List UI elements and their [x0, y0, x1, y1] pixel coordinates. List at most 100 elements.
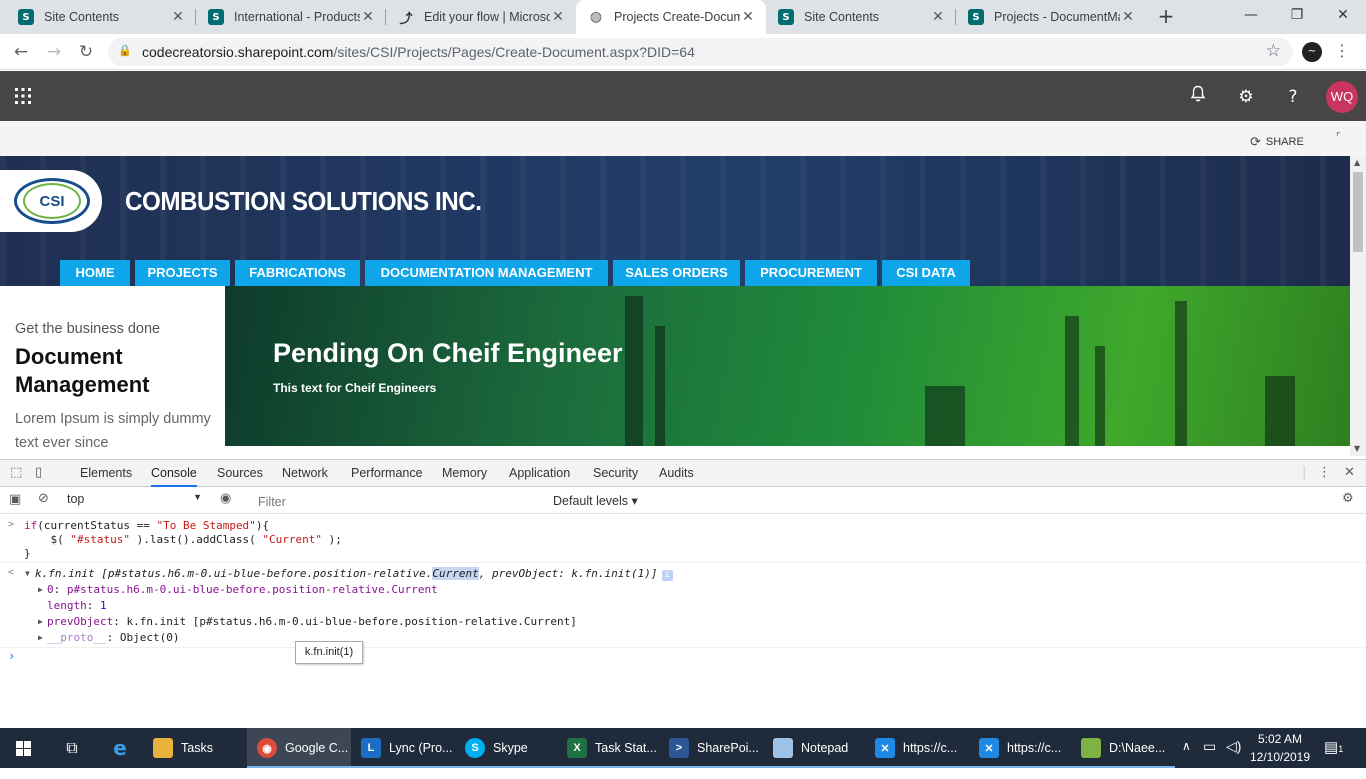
close-icon[interactable]: ✕ [740, 9, 756, 25]
tab-elements[interactable]: Elements [80, 460, 132, 487]
back-button[interactable]: ← [9, 40, 33, 64]
taskbar-item-lync[interactable]: L Lync (Pro... [351, 728, 455, 768]
context-selector[interactable]: top ▼ [67, 492, 207, 510]
tab-application[interactable]: Application [509, 460, 570, 487]
sidebar-toggle-icon[interactable]: ▣ [9, 492, 21, 507]
help-icon[interactable]: ? [1281, 85, 1305, 109]
inspect-element-icon[interactable]: ⬚ [10, 465, 22, 480]
scroll-up-icon[interactable]: ▲ [1354, 158, 1360, 167]
close-icon[interactable]: ✕ [930, 9, 946, 25]
app-launcher-icon[interactable] [14, 87, 32, 105]
result-property-row[interactable]: prevObject: k.fn.init [p#status.h6.m-0.u… [47, 615, 577, 628]
extension-icon[interactable]: ~ [1302, 42, 1322, 62]
device-toolbar-icon[interactable]: ▯ [35, 465, 42, 480]
volume-icon[interactable]: ◁) [1226, 738, 1241, 778]
close-icon[interactable]: ✕ [360, 9, 376, 25]
tray-chevron-icon[interactable]: ∧ [1182, 739, 1191, 779]
info-icon[interactable]: i [661, 570, 673, 581]
address-bar[interactable]: 🔒 codecreatorsio.sharepoint.com/sites/CS… [108, 38, 1293, 66]
task-view-icon[interactable]: ⧉ [62, 738, 82, 758]
avatar[interactable]: WQ [1326, 81, 1358, 113]
console-prompt[interactable]: › [8, 649, 15, 663]
taskbar-item-sharepoint-shell[interactable]: > SharePoi... [659, 728, 763, 768]
windows-start-icon[interactable] [0, 728, 48, 768]
expand-triangle-icon[interactable]: ▼ [25, 569, 30, 578]
taskbar-item-notepadpp[interactable]: D:\Naee... [1071, 728, 1175, 768]
expand-triangle-icon[interactable]: ▶ [38, 633, 43, 642]
result-property-row[interactable]: __proto__: Object(0) [47, 631, 179, 644]
result-property-row[interactable]: 0: p#status.h6.m-0.ui-blue-before.positi… [47, 583, 438, 596]
console-input-line[interactable]: $( "#status" ).last().addClass( "Current… [24, 533, 341, 546]
flow-icon: ⤴ [399, 11, 413, 27]
taskbar-item-notepad[interactable]: Notepad [763, 728, 865, 768]
powershell-icon: > [669, 738, 689, 758]
command-strip [0, 121, 1366, 156]
console-divider [0, 562, 1366, 563]
nav-projects[interactable]: PROJECTS [135, 260, 230, 286]
expand-triangle-icon[interactable]: ▶ [38, 585, 43, 594]
taskbar-item-skype[interactable]: S Skype [455, 728, 557, 768]
tab-network[interactable]: Network [282, 460, 328, 487]
network-icon[interactable]: ▭ [1203, 738, 1216, 778]
nav-csi-data[interactable]: CSI DATA [882, 260, 970, 286]
edge-icon[interactable]: e [110, 738, 130, 758]
maximize-button[interactable]: ❐ [1274, 0, 1320, 30]
close-icon[interactable]: ✕ [550, 9, 566, 25]
reload-button[interactable]: ↻ [74, 40, 98, 64]
settings-gear-icon[interactable]: ⚙ [1342, 491, 1354, 506]
tab-security[interactable]: Security [593, 460, 638, 487]
eye-icon[interactable]: ◉ [220, 491, 231, 506]
bookmark-star-icon[interactable]: ☆ [1266, 41, 1281, 61]
console-result-line[interactable]: k.fn.init [p#status.h6.m-0.ui-blue-befor… [35, 567, 673, 581]
taskbar-item-chrome[interactable]: ◉ Google C... [247, 728, 351, 768]
nav-documentation-management[interactable]: DOCUMENTATION MANAGEMENT [365, 260, 608, 286]
tab-memory[interactable]: Memory [442, 460, 487, 487]
taskbar-item-https-1[interactable]: ✕ https://c... [865, 728, 969, 768]
nav-procurement[interactable]: PROCUREMENT [745, 260, 877, 286]
forward-button[interactable]: → [42, 40, 66, 64]
system-clock[interactable]: 5:02 AM 12/10/2019 [1247, 730, 1313, 766]
browser-tab[interactable]: ⤴ Edit your flow | Microsoft ✕ [386, 0, 576, 34]
nav-home[interactable]: HOME [60, 260, 130, 286]
expand-triangle-icon[interactable]: ▶ [38, 617, 43, 626]
scroll-down-icon[interactable]: ▼ [1354, 444, 1360, 453]
devtools-close-icon[interactable]: ✕ [1344, 465, 1355, 480]
minimize-button[interactable]: — [1228, 0, 1274, 30]
levels-dropdown[interactable]: Default levels ▾ [553, 493, 638, 508]
window-close-button[interactable]: ✕ [1320, 0, 1366, 30]
close-icon[interactable]: ✕ [1120, 9, 1136, 25]
nav-fabrications[interactable]: FABRICATIONS [235, 260, 360, 286]
tab-audits[interactable]: Audits [659, 460, 694, 487]
browser-tab[interactable]: S Site Contents ✕ [766, 0, 956, 34]
tab-title: Site Contents [44, 10, 120, 24]
console-input-line[interactable]: } [24, 547, 31, 560]
close-icon[interactable]: ✕ [170, 9, 186, 25]
tab-sources[interactable]: Sources [217, 460, 263, 487]
scroll-thumb[interactable] [1353, 172, 1363, 252]
tab-console[interactable]: Console [151, 460, 197, 487]
taskbar-label: Lync (Pro... [389, 741, 453, 755]
new-tab-button[interactable]: + [1155, 5, 1177, 27]
nav-sales-orders[interactable]: SALES ORDERS [613, 260, 740, 286]
focus-mode-icon[interactable]: ⌜ [1336, 132, 1341, 143]
taskbar-item-https-2[interactable]: ✕ https://c... [969, 728, 1071, 768]
taskbar-label: Tasks [181, 741, 213, 755]
browser-tab[interactable]: S Site Contents ✕ [6, 0, 196, 34]
csi-logo[interactable]: CSI [14, 178, 90, 224]
browser-tab-active[interactable]: ◍ Projects Create-Document ✕ [576, 0, 766, 34]
gear-icon[interactable]: ⚙ [1234, 85, 1258, 109]
clear-console-icon[interactable]: ⊘ [38, 491, 49, 506]
devtools-menu-icon[interactable]: ⋮ [1318, 465, 1331, 480]
filter-input[interactable]: Filter [250, 491, 545, 511]
share-button[interactable]: ⟳ SHARE [1250, 134, 1304, 150]
page-scrollbar[interactable]: ▲ ▼ [1350, 156, 1366, 456]
browser-tab[interactable]: S International - Products ✕ [196, 0, 386, 34]
notification-center-icon[interactable]: ▤1 [1324, 738, 1343, 778]
taskbar-item-excel[interactable]: X Task Stat... [557, 728, 659, 768]
bell-icon[interactable] [1186, 85, 1210, 109]
tab-performance[interactable]: Performance [351, 460, 423, 487]
browser-menu-icon[interactable]: ⋮ [1334, 41, 1350, 60]
browser-tab[interactable]: S Projects - DocumentMa ✕ [956, 0, 1146, 34]
console-input-line[interactable]: if(currentStatus == "To Be Stamped"){ [24, 519, 269, 532]
taskbar-item-tasks[interactable]: Tasks [143, 728, 243, 768]
